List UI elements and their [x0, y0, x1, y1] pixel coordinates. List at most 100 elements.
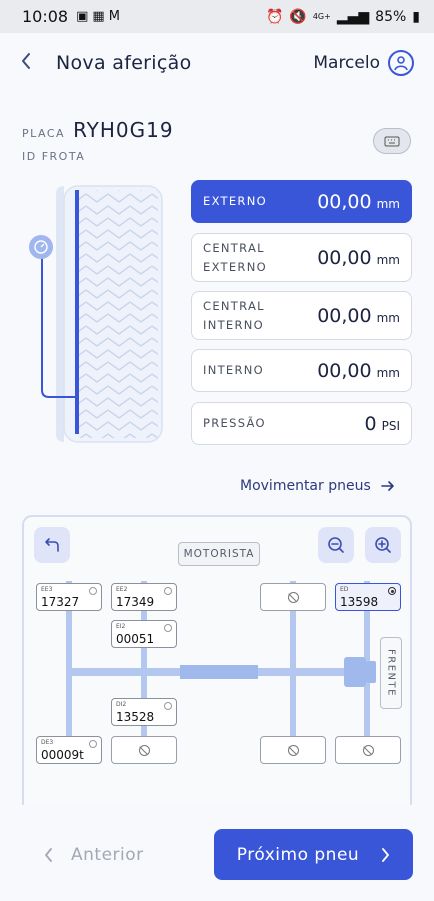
- tire-slot[interactable]: DI2 13528: [111, 698, 177, 726]
- chevron-right-icon: [382, 847, 390, 862]
- radio-icon: [89, 587, 97, 595]
- tire-slot-code: DE3: [41, 739, 54, 746]
- tire-slot-code: ED: [340, 586, 349, 593]
- previous-button[interactable]: Anterior: [44, 845, 144, 865]
- measure-label-line2: INTERNO: [203, 317, 265, 332]
- measure-label: PRESSÃO: [203, 416, 266, 430]
- tire-slot-empty[interactable]: [335, 736, 401, 764]
- mail-icon: M: [108, 9, 120, 24]
- notification-icons: ▣ ▦ M: [76, 9, 120, 24]
- image-icon: ▣: [76, 9, 89, 24]
- measure-label: CENTRAL: [203, 240, 265, 255]
- axle-diagram: MOTORISTA FRENTE EE3 17327 EE2 17349 EI2…: [22, 515, 412, 805]
- measure-value: 00,00: [317, 246, 372, 269]
- radio-icon: [164, 587, 172, 595]
- front-label-text: FRENTE: [385, 649, 397, 697]
- ban-icon: [362, 744, 374, 756]
- back-button[interactable]: [20, 51, 50, 76]
- tire-slot[interactable]: EE2 17349: [111, 583, 177, 611]
- keyboard-toggle-button[interactable]: [373, 128, 411, 154]
- next-tire-button[interactable]: Próximo pneu: [214, 829, 413, 880]
- keyboard-icon: [384, 136, 400, 146]
- measure-unit: mm: [376, 310, 400, 325]
- tire-slot-code: EE3: [41, 586, 53, 593]
- tire-slot-empty[interactable]: [111, 736, 177, 764]
- tire-slot-number: 00009t: [41, 748, 84, 762]
- chevron-left-icon: [22, 52, 30, 69]
- ban-icon: [138, 744, 150, 756]
- tire-illustration: [29, 185, 163, 443]
- measure-label-line2: EXTERNO: [203, 259, 267, 274]
- arrow-right-icon: [380, 481, 394, 491]
- chevron-left-icon: [45, 848, 52, 862]
- status-bar: 10:08 ▣ ▦ M ⏰ 🔇 4G+ ▂▄▆ 85% ▮: [0, 0, 434, 33]
- tire-slot-number: 13528: [116, 710, 155, 724]
- measure-unit: mm: [376, 252, 400, 267]
- measure-central-externo[interactable]: CENTRAL EXTERNO 00,00 mm: [191, 233, 412, 282]
- measure-value: 00,00: [317, 359, 372, 382]
- alarm-icon: ⏰: [265, 8, 284, 25]
- measure-label: CENTRAL: [203, 298, 265, 313]
- zoom-in-button[interactable]: [365, 527, 401, 563]
- undo-icon: [45, 538, 59, 552]
- measure-label: EXTERNO: [203, 194, 267, 208]
- tire-slot[interactable]: DE3 00009t: [36, 736, 102, 764]
- tire-slot-code: DI2: [116, 701, 127, 708]
- signal-icon: ▂▄▆: [336, 8, 370, 25]
- user-name: Marcelo: [313, 53, 380, 73]
- tire-slot-code: EE2: [116, 586, 128, 593]
- footer-nav: Anterior Próximo pneu: [0, 810, 434, 901]
- plate-label: PLACA: [22, 127, 66, 140]
- measure-unit: PSI: [381, 418, 400, 433]
- measure-interno[interactable]: INTERNO 00,00 mm: [191, 349, 412, 392]
- measure-value: 00,00: [317, 190, 372, 213]
- fleet-id-label: ID FROTA: [22, 150, 86, 163]
- zoom-out-button[interactable]: [318, 527, 354, 563]
- driver-label: MOTORISTA: [178, 542, 260, 566]
- tire-slot[interactable]: EI2 00051: [111, 620, 177, 648]
- status-right: ⏰ 🔇 4G+ ▂▄▆ 85% ▮: [266, 9, 420, 25]
- front-label: FRENTE: [380, 637, 402, 709]
- move-tires-link[interactable]: Movimentar pneus: [240, 478, 395, 494]
- measure-unit: mm: [376, 196, 400, 211]
- status-time: 10:08: [22, 7, 69, 26]
- vehicle-info: PLACA RYH0G19 ID FROTA: [22, 118, 174, 163]
- tire-slot[interactable]: EE3 17327: [36, 583, 102, 611]
- tire-slot-number: 00051: [116, 632, 155, 646]
- measure-value: 00,00: [317, 304, 372, 327]
- measure-label: INTERNO: [203, 363, 265, 377]
- network-label: 4G+: [312, 12, 331, 21]
- measure-externo[interactable]: EXTERNO 00,00 mm: [191, 180, 412, 223]
- zoom-out-icon: [328, 537, 344, 553]
- undo-button[interactable]: [34, 527, 70, 563]
- measure-unit: mm: [376, 365, 400, 380]
- radio-icon: [89, 740, 97, 748]
- radio-icon: [164, 702, 172, 710]
- next-label: Próximo pneu: [236, 844, 360, 865]
- ban-icon: [287, 591, 299, 603]
- page-title: Nova aferição: [56, 52, 192, 74]
- measure-pressao[interactable]: PRESSÃO 0 PSI: [191, 402, 412, 445]
- measure-value: 0: [364, 412, 377, 435]
- measure-central-interno[interactable]: CENTRAL INTERNO 00,00 mm: [191, 291, 412, 340]
- qr-icon: ▦: [92, 9, 105, 24]
- tire-slot-number: 13598: [340, 595, 379, 609]
- user-menu[interactable]: Marcelo: [313, 50, 414, 76]
- move-tires-label: Movimentar pneus: [240, 478, 371, 494]
- tire-slot-empty[interactable]: [260, 736, 326, 764]
- radio-icon: [164, 624, 172, 632]
- tire-slot-selected[interactable]: ED 13598: [335, 583, 401, 611]
- zoom-in-icon: [375, 537, 391, 553]
- radio-selected-icon: [388, 587, 396, 595]
- app-header: Nova aferição Marcelo: [0, 33, 434, 93]
- ban-icon: [287, 744, 299, 756]
- battery-level: 85%: [375, 8, 407, 25]
- previous-label: Anterior: [71, 845, 144, 865]
- user-avatar-icon[interactable]: [388, 50, 414, 76]
- tire-slot-number: 17349: [116, 595, 155, 609]
- tire-slot-number: 17327: [41, 595, 80, 609]
- plate-value: RYH0G19: [73, 118, 174, 142]
- battery-icon: ▮: [412, 8, 420, 25]
- tire-slot-code: EI2: [116, 623, 126, 630]
- tire-slot-empty[interactable]: [260, 583, 326, 611]
